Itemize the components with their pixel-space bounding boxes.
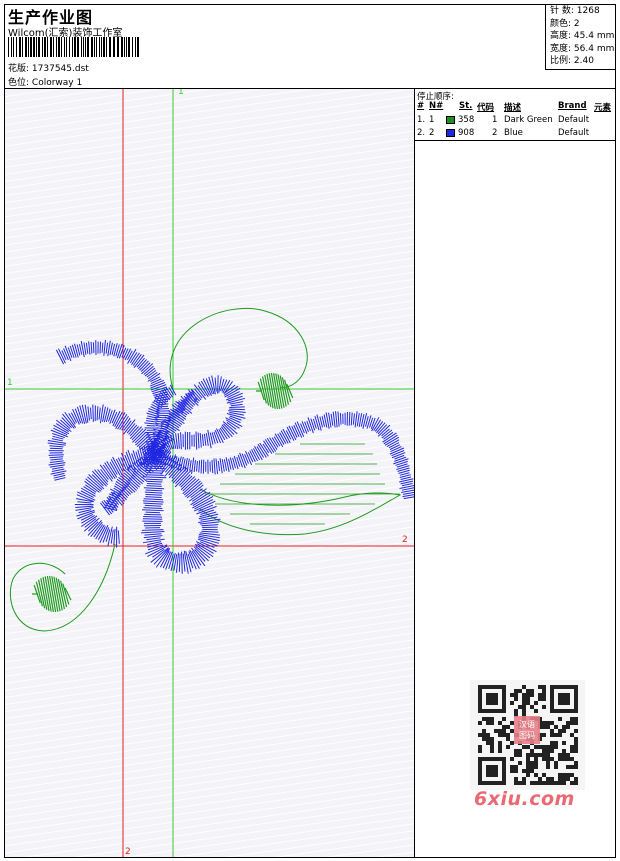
col-code: 代码: [477, 103, 495, 113]
qr-stamp-text-1: 汉语: [519, 719, 535, 729]
barcode: [8, 37, 139, 57]
blue-thread-layer: [47, 339, 414, 574]
stats-panel: 针 数: 1268 颜色: 2 高度: 45.4 mm 宽度: 56.4 mm …: [545, 4, 616, 70]
col-element: 元素: [594, 103, 612, 113]
green-curl-top: [169, 307, 308, 390]
green-leaf-fill: [205, 443, 400, 525]
col-index: #: [417, 101, 425, 111]
green-satin-top: [256, 372, 294, 410]
stat-stitches: 针 数: 1268: [550, 6, 600, 16]
green-satin-bottom: [32, 575, 72, 613]
green-guide-left-label: 1: [7, 378, 13, 388]
stat-colors: 颜色: 2: [550, 18, 580, 29]
red-guide-bottom-label: 2: [125, 847, 131, 857]
blue-satin-stroke: [147, 375, 246, 459]
stat-width: 宽度: 56.4 mm: [550, 43, 615, 54]
design-file-name: 1737545.dst: [31, 64, 89, 74]
qr-code: 汉语 图码: [470, 680, 585, 790]
stat-height: 高度: 45.4 mm: [550, 31, 615, 41]
col-n: N#: [429, 101, 444, 111]
red-guide-right-label: 2: [402, 535, 408, 545]
embroidery-preview: [5, 89, 414, 857]
qr-stamp-text-2: 图码: [519, 731, 535, 740]
stop-sequence-panel: 停止顺序: # N# St. 代码 描述 Brand 元素 1. 1 358 1…: [415, 89, 616, 141]
stat-scale: 比例: 2.40: [550, 56, 594, 66]
colorway-line: 色位: Colorway 1: [8, 75, 82, 88]
table-row: 1. 1 358 1 Dark Green Default: [417, 115, 590, 125]
green-leaf: [199, 488, 402, 536]
col-desc: 描述: [504, 103, 522, 113]
design-file-line: 花版: 1737545.dst: [8, 61, 89, 74]
design-canvas: 1 1 2 2: [5, 89, 414, 857]
stop-sequence-header: # N# St. 代码 描述 Brand 元素: [415, 101, 616, 113]
green-thread-layer: [9, 307, 402, 632]
col-st: St.: [459, 101, 473, 111]
color-swatch-blue: [446, 129, 455, 137]
colorway-label: 色位:: [8, 78, 30, 88]
watermark-logo: 6xiu.com: [474, 788, 575, 810]
green-guide-top-label: 1: [178, 89, 184, 97]
color-swatch-green: [446, 116, 455, 124]
table-row: 2. 2 908 2 Blue Default: [417, 128, 590, 138]
colorway-value: Colorway 1: [31, 78, 83, 88]
col-brand: Brand: [558, 101, 587, 111]
design-file-label: 花版:: [8, 64, 30, 74]
panel-divider: [414, 88, 415, 858]
